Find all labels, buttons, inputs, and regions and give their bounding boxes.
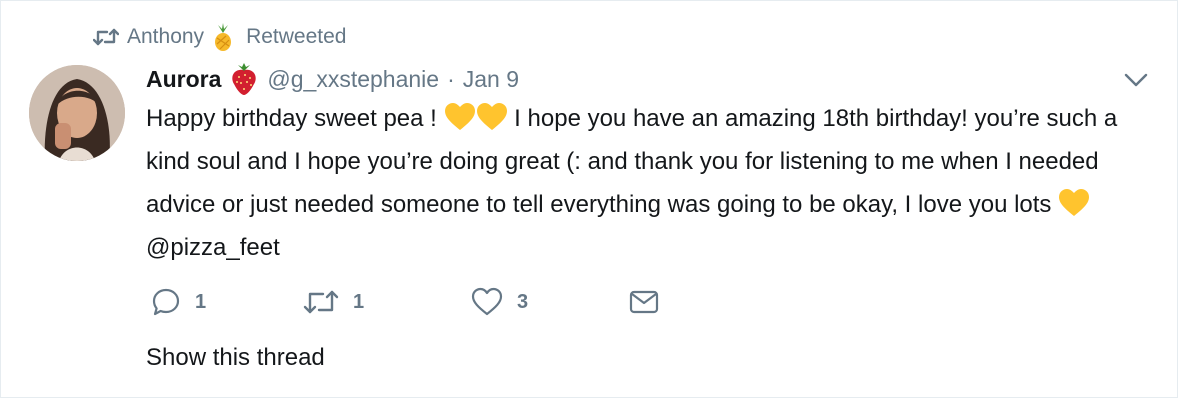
mention-link[interactable]: @pizza_feet [146, 234, 280, 261]
retweet-count: 1 [353, 290, 365, 313]
chevron-down-icon[interactable] [1121, 69, 1151, 91]
reply-icon [151, 287, 181, 317]
tweet-text-part1: Happy birthday sweet pea ! [146, 105, 444, 132]
tweet-card[interactable]: Anthony Retweeted Aurora @g_xxstephanie … [0, 0, 1178, 398]
reply-button[interactable]: 1 [151, 287, 303, 317]
strawberry-icon [229, 62, 259, 96]
yellow-heart-icon [1058, 188, 1090, 218]
direct-message-button[interactable] [629, 289, 659, 315]
yellow-heart-icon [476, 102, 508, 132]
retweeted-label: Retweeted [246, 25, 347, 48]
envelope-icon [629, 289, 659, 315]
show-thread-link[interactable]: Show this thread [146, 344, 325, 372]
retweet-context: Anthony Retweeted [93, 23, 346, 51]
tweet-actions: 1 1 3 [151, 284, 659, 320]
reply-count: 1 [195, 290, 207, 313]
avatar[interactable] [29, 65, 125, 161]
tweet-date[interactable]: Jan 9 [463, 66, 519, 93]
author-name[interactable]: Aurora [146, 66, 221, 93]
like-count: 3 [517, 290, 529, 313]
retweet-button[interactable]: 1 [303, 288, 471, 316]
heart-icon [471, 287, 503, 317]
retweet-icon [303, 288, 339, 316]
tweet-text: Happy birthday sweet pea ! I hope you ha… [146, 97, 1156, 269]
separator-dot: · [447, 65, 455, 92]
retweeter-name[interactable]: Anthony [127, 25, 204, 49]
yellow-heart-icon [444, 102, 476, 132]
retweet-icon [93, 27, 119, 47]
like-button[interactable]: 3 [471, 287, 629, 317]
author-handle[interactable]: @g_xxstephanie [267, 66, 439, 93]
pineapple-icon [212, 23, 234, 51]
tweet-header: Aurora @g_xxstephanie · Jan 9 [146, 61, 519, 97]
